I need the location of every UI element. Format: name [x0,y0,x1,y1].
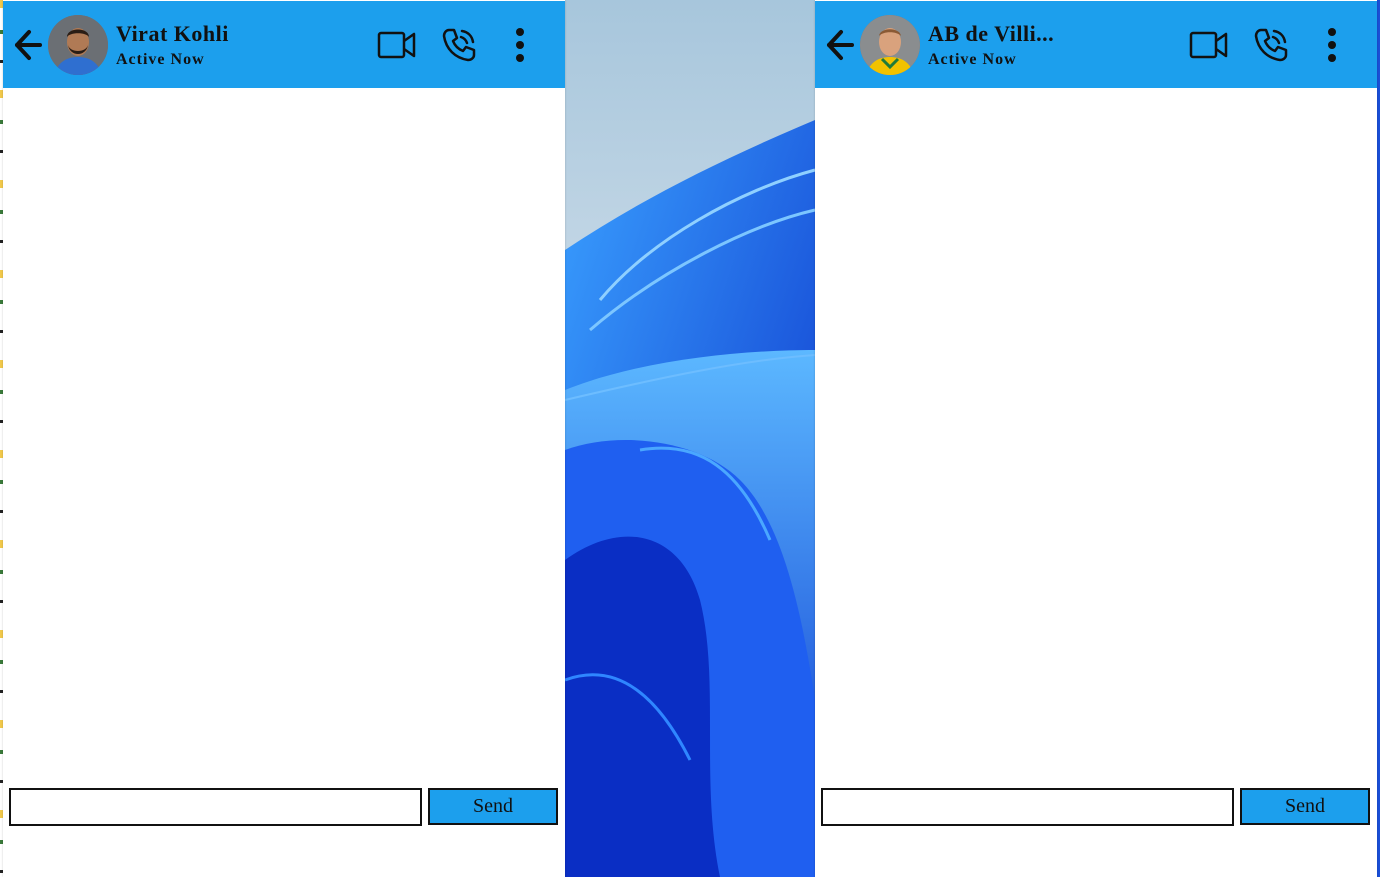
video-camera-icon[interactable] [377,28,417,62]
message-input[interactable] [821,788,1234,826]
contact-status: Active Now [928,51,1017,68]
back-arrow-icon[interactable] [825,28,855,62]
more-vertical-icon[interactable] [1321,25,1343,65]
video-camera-icon[interactable] [1189,28,1229,62]
back-arrow-icon[interactable] [13,28,43,62]
chat-header: Virat Kohli Active Now [3,1,565,88]
send-button[interactable]: Send [1240,788,1370,825]
message-list[interactable] [3,88,565,778]
contact-name: AB de Villi... [928,21,1055,46]
contact-status: Active Now [116,51,205,68]
send-button[interactable]: Send [428,788,558,825]
message-list[interactable] [815,88,1377,778]
contact-name: Virat Kohli [116,21,229,46]
phone-icon[interactable] [441,27,477,63]
message-input[interactable] [9,788,422,826]
chat-window-ab: AB de Villi... Active Now Send [815,0,1377,877]
more-vertical-icon[interactable] [509,25,531,65]
chat-header: AB de Villi... Active Now [815,1,1377,88]
phone-icon[interactable] [1253,27,1289,63]
avatar[interactable] [860,15,920,75]
chat-window-virat: Virat Kohli Active Now Send [3,0,565,877]
avatar[interactable] [48,15,108,75]
